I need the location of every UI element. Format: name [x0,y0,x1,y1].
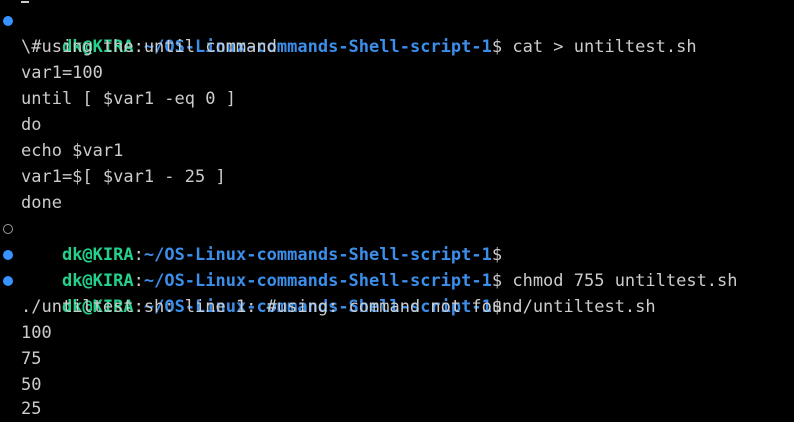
output-line: done [21,193,62,213]
command-success-decoration-icon[interactable] [3,276,13,286]
command-text: cat > untiltest.sh [502,37,697,57]
prompt-sigil: $ [491,37,503,57]
output-line: 100 [21,323,52,343]
output-line: 25 [21,399,42,419]
terminal[interactable]: dk@KIRA:~/OS-Linux-commands-Shell-script… [0,0,794,422]
prompt-line: dk@KIRA:~/OS-Linux-commands-Shell-script… [21,268,656,317]
output-line: 75 [21,349,42,369]
error-output-line: ./untiltest.sh: line 1: #using: command … [21,297,523,317]
output-line: until [ $var1 -eq 0 ] [21,89,236,109]
command-default-decoration-icon[interactable] [3,224,13,234]
output-line: var1=100 [21,63,103,83]
output-line: do [21,115,42,135]
output-line: \#using the until command [21,37,277,57]
previous-output-fragment [21,0,29,3]
output-line: echo $var1 [21,141,124,161]
prompt-line: dk@KIRA:~/OS-Linux-commands-Shell-script… [21,216,502,265]
output-line: var1=$[ $var1 - 25 ] [21,167,226,187]
command-success-decoration-icon[interactable] [3,250,13,260]
prompt-line: dk@KIRA:~/OS-Linux-commands-Shell-script… [21,8,697,57]
prompt-line: dk@KIRA:~/OS-Linux-commands-Shell-script… [21,242,738,291]
output-line: 50 [21,375,42,395]
command-text: ./untiltest.sh [502,297,656,317]
command-success-decoration-icon[interactable] [3,16,13,26]
